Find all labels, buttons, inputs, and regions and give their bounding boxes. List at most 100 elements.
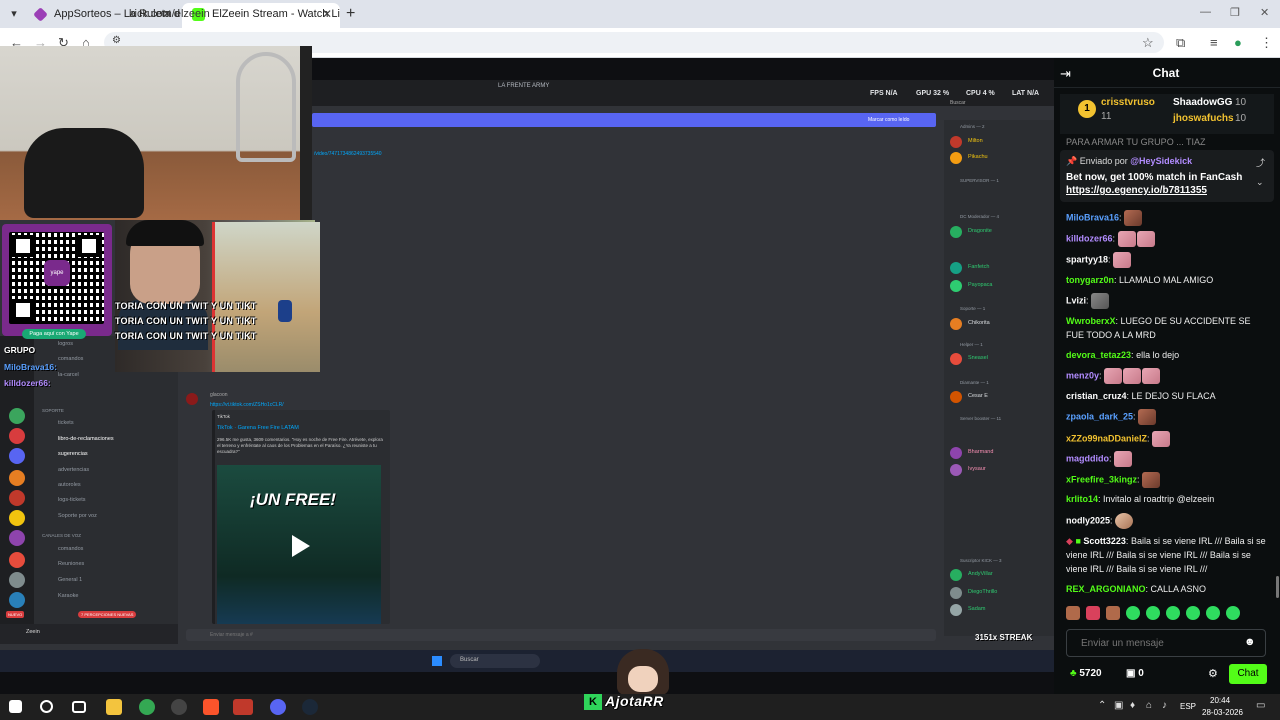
pinned-link[interactable]: https://go.egency.io/b7811355 <box>1066 185 1207 196</box>
chat-username[interactable]: nodly2025 <box>1066 515 1110 525</box>
emote-icon[interactable] <box>1206 606 1220 620</box>
discord-icon[interactable] <box>270 699 286 715</box>
file-explorer-icon[interactable] <box>106 699 122 715</box>
video-app-icon[interactable] <box>233 699 253 715</box>
chat-username[interactable]: tonygarz0n <box>1066 275 1114 285</box>
channel-item: libro-de-reclamaciones <box>58 436 114 442</box>
leaderboard-name[interactable]: crisstvruso <box>1101 97 1155 108</box>
chevron-down-icon[interactable]: ⌄ <box>1256 177 1264 188</box>
chat-username[interactable]: devora_tetaz23 <box>1066 350 1131 360</box>
clock-time[interactable]: 20:44 <box>1210 696 1230 705</box>
member-avatar <box>950 569 962 581</box>
minimize-icon[interactable]: — <box>1200 6 1211 18</box>
new-tab-button[interactable]: + <box>346 5 355 23</box>
tray-chevron-icon[interactable]: ⌃ <box>1098 700 1106 711</box>
start-icon[interactable] <box>9 700 22 713</box>
unpin-icon[interactable]: ⤴ <box>1256 156 1265 169</box>
emote-icon[interactable] <box>1146 606 1160 620</box>
chat-message-input[interactable] <box>1066 629 1266 657</box>
search-icon[interactable] <box>40 700 53 713</box>
member-avatar <box>950 604 962 616</box>
discord-top-link: /video/7471734862493735540 <box>314 151 382 157</box>
member-avatar <box>950 226 962 238</box>
chat-settings-icon[interactable]: ⚙ <box>1208 667 1218 680</box>
media-control-icon[interactable]: ≡ <box>1210 35 1218 50</box>
chat-username[interactable]: krlito14 <box>1066 494 1098 504</box>
emote-icon[interactable] <box>1166 606 1180 620</box>
pinned-label: Enviado por <box>1079 156 1128 166</box>
channel-points[interactable]: ♣ 5720 <box>1070 668 1102 679</box>
channel-item: Reuniones <box>58 561 85 567</box>
volume-icon[interactable]: ♪ <box>1162 700 1167 711</box>
chat-username[interactable]: WwroberxX <box>1066 316 1116 326</box>
message-avatar <box>186 393 198 405</box>
member-group: Diamante — 1 <box>960 380 989 385</box>
profile-icon[interactable]: ● <box>1234 35 1242 50</box>
clock-date[interactable]: 28-03-2026 <box>1202 708 1243 717</box>
chat-scrollbar[interactable] <box>1276 576 1279 598</box>
server-icon <box>9 448 25 464</box>
member-avatar <box>950 464 962 476</box>
chat-username[interactable]: Scott3223 <box>1083 536 1126 546</box>
member-name: Fanfetch <box>968 264 990 270</box>
chat-username[interactable]: spartyy18 <box>1066 254 1108 264</box>
emote-icon[interactable] <box>1226 606 1240 620</box>
member-item: Sneasel <box>950 353 1050 365</box>
leaderboard-count: 10 <box>1235 113 1247 124</box>
composer-placeholder: Enviar mensaje a # <box>210 632 253 638</box>
tab-search-menu-icon[interactable]: ▾ <box>6 6 22 22</box>
member-item: Cesar E <box>950 391 1050 403</box>
network-icon[interactable]: ⌂ <box>1146 700 1152 711</box>
server-icon <box>9 572 25 588</box>
notifications-icon[interactable]: ▭ <box>1256 700 1265 711</box>
tray-mic-icon[interactable]: ♦ <box>1130 700 1135 711</box>
member-item: Chikorita <box>950 318 1050 330</box>
chat-username[interactable]: menz0y <box>1066 370 1099 380</box>
close-window-icon[interactable]: ✕ <box>1260 6 1269 19</box>
member-item: Fanfetch <box>950 262 1050 274</box>
chat-message: REX_ARGONIANO: CALLA ASNO <box>1066 584 1207 594</box>
obs-icon[interactable] <box>171 699 187 715</box>
qr-finder <box>12 299 34 321</box>
drops-counter[interactable]: ▣ 0 <box>1126 668 1144 679</box>
site-info-icon[interactable]: ⚙ <box>112 35 121 46</box>
discord-username: Zeein <box>26 629 40 635</box>
chat-username[interactable]: xZZo99naDDanielZ <box>1066 433 1147 443</box>
emote-icon[interactable] <box>1106 606 1120 620</box>
server-icon <box>9 592 25 608</box>
chat-username[interactable]: REX_ARGONIANO <box>1066 584 1146 594</box>
extensions-icon[interactable]: ⧉ <box>1176 35 1185 51</box>
close-tab-icon[interactable]: ✕ <box>322 3 332 25</box>
tray-app-icon[interactable]: ▣ <box>1114 700 1123 711</box>
leaderboard-name[interactable]: ShaadowGG <box>1173 97 1232 108</box>
emoji-picker-icon[interactable]: ☻ <box>1244 636 1256 648</box>
channel-category: SOPORTE <box>42 408 64 413</box>
collapse-chat-icon[interactable]: ⇥ <box>1060 66 1071 82</box>
emote-icon[interactable] <box>1126 606 1140 620</box>
emote-icon[interactable] <box>1086 606 1100 620</box>
chat-username[interactable]: cristian_cruz4 <box>1066 391 1127 401</box>
brave-icon[interactable] <box>203 699 219 715</box>
chat-username[interactable]: xFreefire_3kingz <box>1066 474 1137 484</box>
stitch-caption: TORIA CON UN TWIT Y UN TIKT <box>115 316 257 326</box>
chat-username[interactable]: magddido <box>1066 453 1109 463</box>
leaderboard-name[interactable]: jhoswafuchs <box>1173 113 1234 124</box>
chrome-icon[interactable] <box>139 699 155 715</box>
steam-icon[interactable] <box>302 699 318 715</box>
emote-icon[interactable] <box>1186 606 1200 620</box>
chat-username[interactable]: MiloBrava16 <box>1066 212 1119 222</box>
send-chat-button[interactable]: Chat <box>1229 664 1267 684</box>
language-indicator[interactable]: ESP <box>1180 702 1196 711</box>
bookmark-star-icon[interactable]: ☆ <box>1142 35 1154 51</box>
points-value: 5720 <box>1079 668 1102 679</box>
url-text: kick.com/elzeein <box>129 8 210 20</box>
brand-name: AjotaRR <box>605 693 664 709</box>
chat-username[interactable]: zpaola_dark_25 <box>1066 411 1133 421</box>
chat-username[interactable]: killdozer66 <box>1066 233 1113 243</box>
emote-icon[interactable] <box>1066 606 1080 620</box>
task-view-icon[interactable] <box>72 701 86 713</box>
chat-message: xZZo99naDDanielZ: <box>1066 431 1270 447</box>
browser-menu-icon[interactable]: ⋮ <box>1260 35 1273 51</box>
chat-username[interactable]: Lvizi <box>1066 295 1086 305</box>
maximize-icon[interactable]: ❐ <box>1230 6 1240 19</box>
